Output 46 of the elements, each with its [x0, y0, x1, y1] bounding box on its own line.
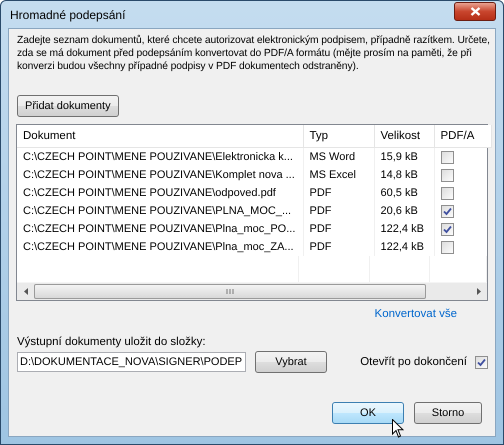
document-path-cell: C:\CZECH POINT\MENE POUZIVANE\Elektronicka k... [17, 148, 303, 166]
type-cell: PDF [303, 220, 374, 238]
size-cell: 122,4 kB [374, 238, 434, 256]
scroll-right-icon[interactable] [476, 288, 480, 295]
window-title: Hromadné podepsání [9, 8, 126, 22]
document-path-cell: C:\CZECH POINT\MENE POUZIVANE\Plna_moc_ZA... [17, 238, 303, 256]
size-cell: 60,5 kB [374, 184, 434, 202]
size-cell: 15,9 kB [374, 148, 434, 166]
size-cell: 122,4 kB [374, 220, 434, 238]
pdfa-checkbox[interactable] [440, 204, 454, 218]
browse-button[interactable]: Vybrat [255, 351, 327, 373]
pdfa-checkbox[interactable] [440, 150, 454, 164]
size-cell: 14,8 kB [374, 166, 434, 184]
document-path-cell: C:\CZECH POINT\MENE POUZIVANE\odpoved.pdf [17, 184, 303, 202]
cancel-button[interactable]: Storno [414, 402, 482, 424]
grip-icon [226, 289, 234, 294]
horizontal-scrollbar[interactable] [17, 282, 487, 300]
convert-all-link[interactable]: Konvertovat vše [374, 308, 457, 320]
instructions-text: Zadejte seznam dokumentů, které chcete autorizovat elektronickým podpisem, případně razítkem. Určete, zda se má dokument před podepsáním konvertovat do PDF/A formátu (mějte prosím na paměti, že při konverzi budou všechny případné podpisy v PDF dokumentech odstraněny). [17, 34, 491, 73]
pdfa-checkbox[interactable] [440, 168, 454, 182]
pdfa-checkbox[interactable] [440, 222, 454, 236]
output-folder-label: Výstupní dokumenty uložit do složky: [17, 336, 207, 348]
type-cell: PDF [303, 184, 374, 202]
close-button[interactable] [454, 2, 496, 21]
type-cell: PDF [303, 238, 374, 256]
add-documents-button[interactable]: Přidat dokumenty [17, 95, 119, 117]
column-header[interactable]: Typ [303, 125, 374, 148]
type-cell: MS Word [303, 148, 374, 166]
type-cell: MS Excel [303, 166, 374, 184]
pdfa-checkbox[interactable] [440, 240, 454, 254]
column-header[interactable]: Dokument [17, 125, 303, 148]
output-folder-field[interactable]: D:\DOKUMENTACE_NOVA\SIGNER\PODEP [17, 352, 246, 372]
mouse-cursor-icon [392, 419, 404, 438]
close-icon[interactable] [470, 7, 480, 16]
open-after-label: Otevřít po dokončení [360, 356, 467, 368]
document-path-cell: C:\CZECH POINT\MENE POUZIVANE\PLNA_MOC_... [17, 202, 303, 220]
document-path-cell: C:\CZECH POINT\MENE POUZIVANE\Komplet nova ... [17, 166, 303, 184]
open-after-checkbox[interactable] [475, 356, 488, 368]
column-header[interactable]: PDF/A [434, 125, 491, 148]
size-cell: 20,6 kB [374, 202, 434, 220]
pdfa-checkbox[interactable] [440, 186, 454, 200]
scroll-left-icon[interactable] [24, 288, 28, 295]
type-cell: PDF [303, 202, 374, 220]
document-path-cell: C:\CZECH POINT\MENE POUZIVANE\Plna_moc_PO... [17, 220, 303, 238]
column-header[interactable]: Velikost [374, 125, 434, 148]
ok-button[interactable]: OK [332, 402, 404, 424]
